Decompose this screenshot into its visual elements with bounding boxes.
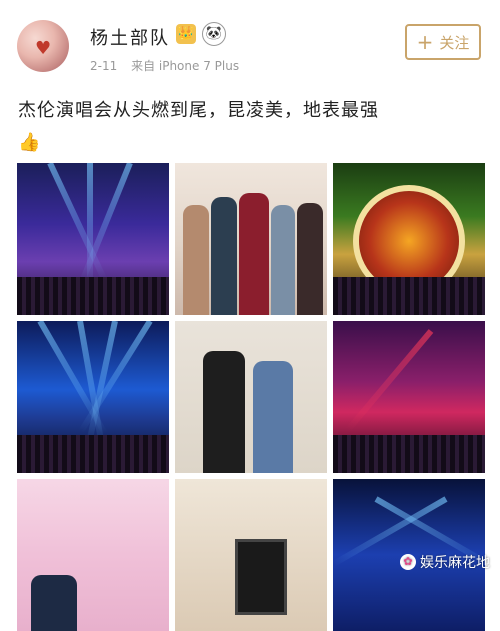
person [239,193,269,315]
post-source: 来自 iPhone 7 Plus [131,59,240,73]
crowd [17,435,169,473]
plus-icon: + [416,30,434,54]
photo-group-photo[interactable] [175,163,327,315]
post-body: 杰伦演唱会从头燃到尾，昆凌美，地表最强 [18,100,379,121]
photo-stage-red-lights[interactable] [333,321,485,473]
light-beam [47,163,108,283]
person [203,351,245,473]
person [211,197,237,315]
crowd [17,277,169,315]
user-avatar[interactable]: ♥ [17,20,69,72]
post-meta: 2-11 来自 iPhone 7 Plus [90,57,249,74]
crown-badge-icon[interactable]: 👑 [176,24,196,44]
photo-concert-blue-lights[interactable] [17,321,169,473]
post-date: 2-11 [90,59,118,73]
person [31,575,77,631]
flower-icon: ✿ [400,554,416,570]
person [183,205,209,315]
person [253,361,293,473]
person [271,205,295,315]
photo-singer-guitar[interactable] [17,479,169,631]
photo-framed-portrait[interactable] [175,479,327,631]
watermark-text: 娱乐麻花地 [420,555,490,571]
photo-stage-wheel[interactable] [333,163,485,315]
photo-couple-photo[interactable] [175,321,327,473]
photo-concert-stage-lights[interactable] [17,163,169,315]
watermark: ✿ 娱乐麻花地 [400,551,495,573]
crowd [333,435,485,473]
follow-button[interactable]: + 关注 [405,24,481,60]
heart-icon: ♥ [35,38,52,59]
person [297,203,323,315]
panda-badge-icon[interactable]: 🐼 [202,22,226,46]
follow-label: 关注 [439,33,470,52]
light-beam [345,329,434,433]
username[interactable]: 杨土部队 [90,24,170,50]
framed-portrait [235,539,287,615]
crowd [333,277,485,315]
post-text: 杰伦演唱会从头燃到尾，昆凌美，地表最强 👍 [18,95,482,159]
thumbs-up-icon: 👍 [18,132,42,153]
